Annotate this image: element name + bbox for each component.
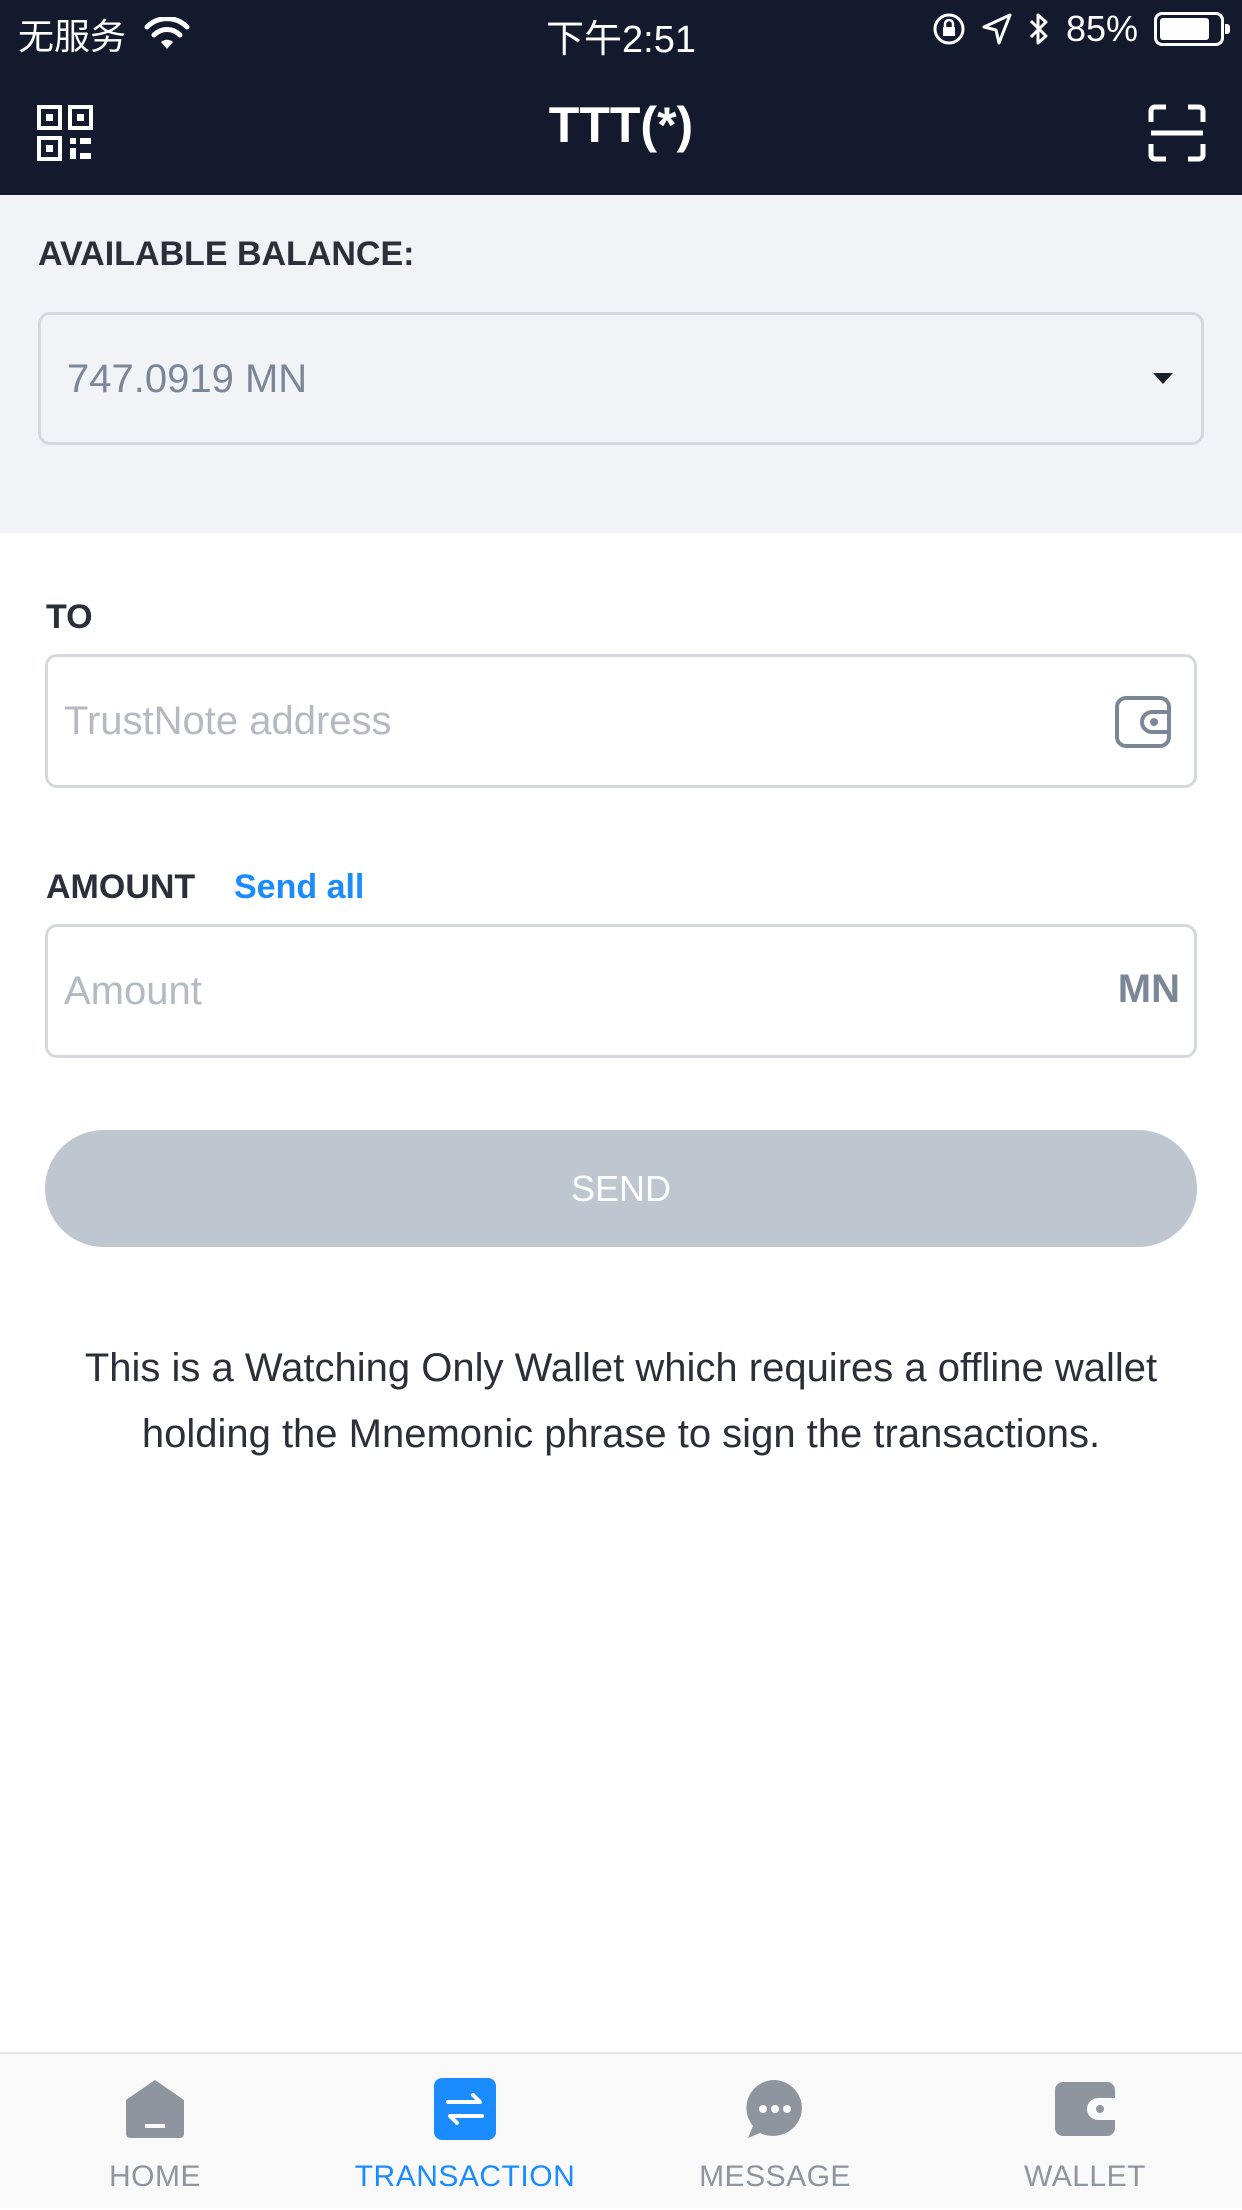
scan-button[interactable] xyxy=(1148,104,1206,162)
amount-label: AMOUNT xyxy=(46,868,196,906)
amount-unit: MN xyxy=(1117,967,1180,1011)
tab-label: WALLET xyxy=(1024,2160,1146,2193)
balance-section: AVAILABLE BALANCE: 747.0919 MN xyxy=(0,195,1242,533)
amount-input[interactable] xyxy=(62,927,1062,1055)
balance-value: 747.0919 MN xyxy=(67,357,308,401)
battery-percent: 85% xyxy=(1065,8,1138,49)
transaction-icon xyxy=(434,2078,496,2140)
page-title: TTT(*) xyxy=(548,97,694,153)
wallet-tab-icon xyxy=(1055,2082,1115,2136)
to-label: TO xyxy=(46,598,93,636)
orientation-lock-icon xyxy=(933,13,965,45)
location-icon xyxy=(982,13,1012,45)
tab-transaction[interactable]: TRANSACTION xyxy=(310,2054,620,2210)
status-right: 85% xyxy=(932,8,1230,50)
tab-home[interactable]: HOME xyxy=(0,2054,310,2210)
send-button[interactable]: SEND xyxy=(45,1130,1197,1247)
tab-bar: HOME TRANSACTION MESSAGE WALLET xyxy=(0,2052,1242,2208)
bluetooth-icon xyxy=(1029,13,1048,45)
tab-label: MESSAGE xyxy=(699,2160,851,2193)
battery-icon xyxy=(1154,12,1230,46)
nav-bar: TTT(*) xyxy=(0,64,1242,195)
send-all-link[interactable]: Send all xyxy=(234,868,364,907)
battery-level xyxy=(1160,18,1210,40)
message-icon xyxy=(746,2079,802,2138)
watch-only-note: This is a Watching Only Wallet which req… xyxy=(84,1346,1158,1456)
scan-icon xyxy=(1148,104,1206,162)
wallet-icon xyxy=(1115,696,1171,748)
top-bar: 无服务 下午2:51 85% TTT(*) xyxy=(0,0,1242,195)
home-icon xyxy=(126,2080,184,2138)
amount-field: MN xyxy=(45,924,1197,1058)
balance-select[interactable]: 747.0919 MN xyxy=(38,312,1204,445)
to-address-field xyxy=(45,654,1197,788)
tab-wallet[interactable]: WALLET xyxy=(930,2054,1240,2210)
tab-message[interactable]: MESSAGE xyxy=(620,2054,930,2210)
caret-down-icon xyxy=(1153,373,1173,384)
tab-label: TRANSACTION xyxy=(354,2160,576,2193)
select-wallet-button[interactable] xyxy=(1114,695,1172,749)
tab-label: HOME xyxy=(109,2160,201,2193)
address-input[interactable] xyxy=(62,657,1062,785)
status-bar: 无服务 下午2:51 85% xyxy=(0,0,1242,64)
balance-label: AVAILABLE BALANCE: xyxy=(38,235,415,273)
